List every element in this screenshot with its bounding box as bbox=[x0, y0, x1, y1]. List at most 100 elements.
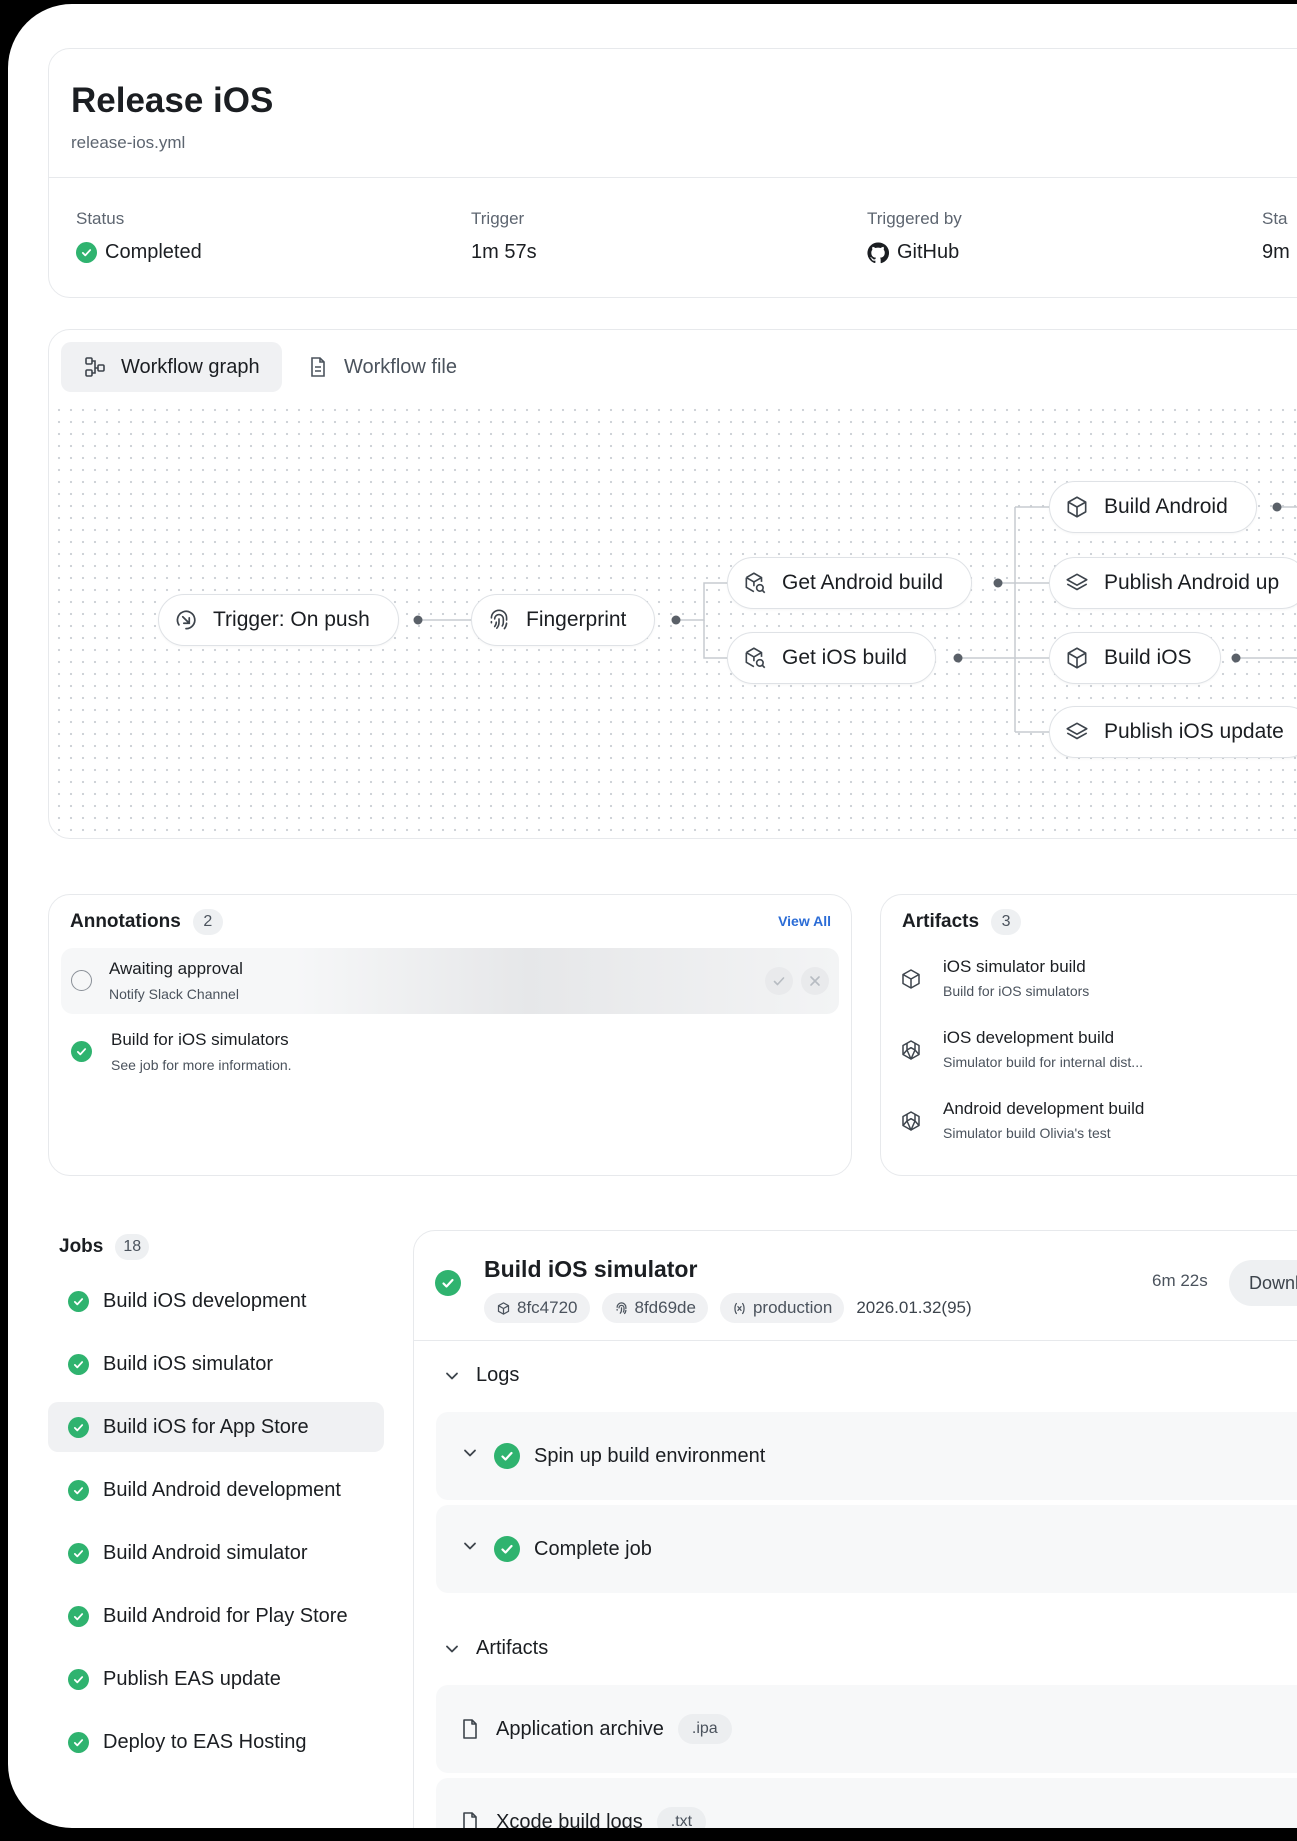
node-label: Build Android bbox=[1104, 495, 1228, 518]
job-item[interactable]: Build Android development bbox=[48, 1465, 384, 1515]
check-circle-icon bbox=[68, 1290, 89, 1312]
stat-value: Completed bbox=[105, 241, 202, 263]
job-detail-panel: Build iOS simulator 8fc4720 8fd69de prod… bbox=[413, 1230, 1297, 1828]
job-item[interactable]: Publish EAS update bbox=[48, 1654, 384, 1704]
count-badge: 2 bbox=[192, 909, 223, 935]
annotation-title: Build for iOS simulators bbox=[111, 1030, 289, 1049]
cube-icon bbox=[1067, 496, 1087, 518]
count-badge: 3 bbox=[991, 909, 1022, 935]
node-build-android[interactable]: Build Android bbox=[1049, 481, 1257, 533]
chip-label: production bbox=[752, 1298, 833, 1317]
job-label: Build Android for Play Store bbox=[103, 1604, 348, 1627]
workflow-filename: release-ios.yml bbox=[71, 133, 186, 152]
logs-toggle[interactable]: Logs bbox=[442, 1364, 519, 1387]
download-button[interactable]: Downlo bbox=[1229, 1260, 1297, 1306]
node-get-android-build[interactable]: Get Android build bbox=[727, 557, 973, 609]
annotation-subtitle: See job for more information. bbox=[111, 1057, 292, 1073]
node-trigger[interactable]: Trigger: On push bbox=[158, 594, 399, 646]
node-build-ios[interactable]: Build iOS bbox=[1049, 632, 1221, 684]
node-label: Publish iOS update bbox=[1104, 720, 1284, 743]
artifact-subtitle: Simulator build for internal dist... bbox=[943, 1054, 1143, 1070]
annotations-header: Annotations 2 bbox=[70, 909, 223, 935]
build-search-icon bbox=[745, 647, 766, 669]
annotations-card: Annotations 2 View All Awaiting approval… bbox=[48, 894, 852, 1176]
close-icon bbox=[810, 976, 820, 986]
file-extension-badge: .txt bbox=[656, 1807, 707, 1828]
artifacts-header: Artifacts 3 bbox=[902, 909, 1022, 935]
chevron-down-icon[interactable] bbox=[460, 1443, 480, 1469]
job-label: Deploy to EAS Hosting bbox=[103, 1730, 307, 1753]
job-item[interactable]: Build iOS simulator bbox=[48, 1339, 384, 1389]
annotation-item-pending[interactable]: Awaiting approval Notify Slack Channel bbox=[61, 948, 839, 1014]
artifact-file-name: Xcode build logs bbox=[496, 1810, 643, 1829]
node-publish-android[interactable]: Publish Android up bbox=[1049, 557, 1297, 609]
node-publish-ios[interactable]: Publish iOS update bbox=[1049, 706, 1297, 758]
check-circle-icon bbox=[435, 1270, 461, 1296]
check-circle-icon bbox=[68, 1416, 89, 1438]
job-item[interactable]: Build Android for Play Store bbox=[48, 1591, 384, 1641]
artifact-title: iOS development build bbox=[943, 1028, 1115, 1047]
fingerprint-icon bbox=[490, 609, 508, 630]
radio-icon[interactable] bbox=[71, 970, 92, 991]
artifact-file[interactable]: Application archive .ipa bbox=[436, 1685, 1297, 1773]
approve-button[interactable] bbox=[765, 967, 793, 995]
job-item[interactable]: Deploy to EAS Hosting bbox=[48, 1717, 384, 1767]
job-label: Build iOS simulator bbox=[103, 1352, 274, 1375]
artifact-item[interactable]: iOS simulator build Build for iOS simula… bbox=[899, 951, 1297, 1011]
job-duration: 6m 22s bbox=[1152, 1271, 1208, 1290]
cube-icon bbox=[1067, 647, 1087, 669]
node-label: Fingerprint bbox=[526, 608, 627, 631]
annotation-item-done[interactable]: Build for iOS simulators See job for mor… bbox=[61, 1019, 839, 1085]
chevron-down-icon bbox=[446, 1645, 458, 1652]
chevron-down-icon bbox=[446, 1372, 458, 1379]
file-icon bbox=[463, 1719, 477, 1739]
header-divider bbox=[49, 177, 1297, 178]
artifact-item[interactable]: Android development build Simulator buil… bbox=[899, 1093, 1297, 1153]
job-label: Build iOS for App Store bbox=[103, 1415, 309, 1438]
commit-chip[interactable]: 8fc4720 bbox=[484, 1293, 590, 1323]
job-item[interactable]: Build iOS for App Store bbox=[48, 1402, 384, 1452]
node-fingerprint[interactable]: Fingerprint bbox=[471, 594, 656, 646]
stat-label: Sta bbox=[1262, 209, 1288, 228]
check-circle-icon bbox=[68, 1668, 89, 1690]
artifact-file[interactable]: Xcode build logs .txt bbox=[436, 1778, 1297, 1828]
log-step[interactable]: Spin up build environment bbox=[436, 1412, 1297, 1500]
trigger-icon bbox=[176, 610, 196, 630]
artifact-file-name: Application archive bbox=[496, 1717, 664, 1740]
check-circle-icon bbox=[68, 1605, 89, 1627]
job-label: Build Android development bbox=[103, 1478, 341, 1501]
file-icon bbox=[463, 1812, 477, 1828]
section-title: Jobs bbox=[59, 1236, 104, 1257]
job-item[interactable]: Build Android simulator bbox=[48, 1528, 384, 1578]
job-item[interactable]: Build iOS development bbox=[48, 1276, 384, 1326]
node-get-ios-build[interactable]: Get iOS build bbox=[727, 632, 936, 684]
check-circle-icon bbox=[68, 1542, 89, 1564]
node-label: Get iOS build bbox=[782, 646, 907, 669]
stat-trigger: Trigger 1m 57s bbox=[471, 209, 537, 264]
node-label: Trigger: On push bbox=[213, 608, 370, 631]
artifact-item[interactable]: iOS development build Simulator build fo… bbox=[899, 1022, 1297, 1082]
app-window: Release iOS release-ios.yml Status Compl… bbox=[8, 4, 1297, 1828]
job-title: Build iOS simulator bbox=[484, 1256, 698, 1282]
log-step[interactable]: Complete job bbox=[436, 1505, 1297, 1593]
stat-label: Triggered by bbox=[867, 209, 962, 228]
check-circle-icon bbox=[68, 1353, 89, 1375]
job-label: Build Android simulator bbox=[103, 1541, 308, 1564]
chevron-down-icon[interactable] bbox=[460, 1536, 480, 1562]
aperture-icon bbox=[902, 1111, 920, 1131]
environment-chip[interactable]: production bbox=[719, 1293, 845, 1323]
job-detail-header: Build iOS simulator 8fc4720 8fd69de prod… bbox=[414, 1231, 1297, 1341]
check-icon bbox=[773, 977, 785, 986]
artifact-subtitle: Build for iOS simulators bbox=[943, 983, 1090, 999]
fingerprint-chip[interactable]: 8fd69de bbox=[601, 1293, 708, 1323]
check-circle-icon bbox=[494, 1536, 520, 1562]
artifacts-toggle[interactable]: Artifacts bbox=[442, 1637, 548, 1660]
view-all-link[interactable]: View All bbox=[778, 913, 831, 929]
stat-label: Trigger bbox=[471, 209, 525, 228]
chip-label: 8fd69de bbox=[634, 1298, 696, 1317]
section-title: Artifacts bbox=[902, 911, 980, 932]
reject-button[interactable] bbox=[801, 967, 829, 995]
stat-value-row: Completed bbox=[76, 241, 202, 264]
cube-icon bbox=[902, 969, 920, 989]
stat-value-row: 1m 57s bbox=[471, 241, 537, 264]
